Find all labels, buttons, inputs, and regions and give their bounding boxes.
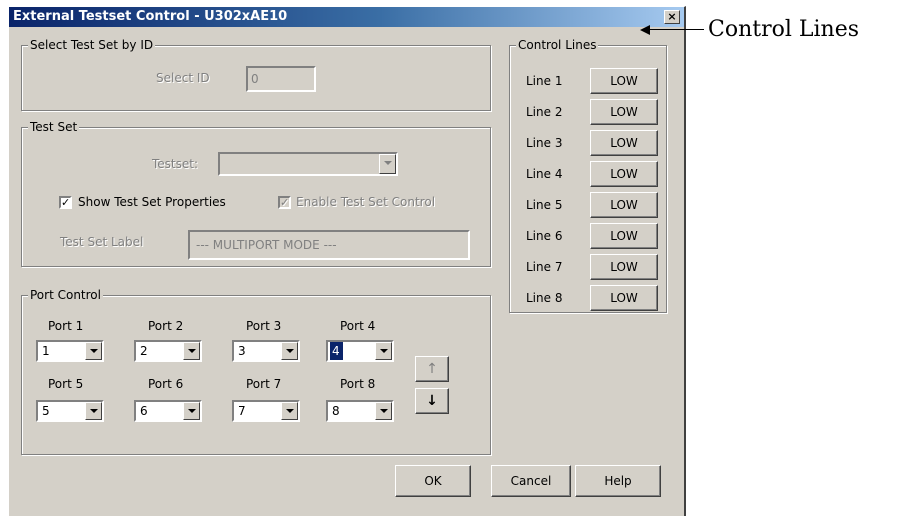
line-1-state-button[interactable]: LOW <box>590 68 658 94</box>
port-1-select[interactable]: 1 <box>36 340 104 362</box>
port-3-select[interactable]: 3 <box>232 340 300 362</box>
port-7-dropdown-arrow-icon[interactable] <box>281 402 298 420</box>
line-8-label: Line 8 <box>526 291 563 305</box>
port-4-select[interactable]: 4 <box>326 340 394 362</box>
port-4-dropdown-arrow-icon[interactable] <box>375 342 392 360</box>
line-3-label: Line 3 <box>526 136 563 150</box>
title-bar: External Testset Control - U302xAE10 × <box>9 7 684 27</box>
port-1-dropdown-arrow-icon[interactable] <box>85 342 102 360</box>
help-button[interactable]: Help <box>575 465 661 497</box>
port-7-select[interactable]: 7 <box>232 400 300 422</box>
port-5-dropdown-arrow-icon[interactable] <box>85 402 102 420</box>
port-5-select[interactable]: 5 <box>36 400 104 422</box>
port-8-select[interactable]: 8 <box>326 400 394 422</box>
line-6-label: Line 6 <box>526 229 563 243</box>
move-up-arrow-icon[interactable]: ↑ <box>415 356 449 382</box>
close-icon[interactable]: × <box>664 10 680 24</box>
port-4-value: 4 <box>330 342 343 360</box>
line-7-label: Line 7 <box>526 260 563 274</box>
port-1-label: Port 1 <box>48 319 84 333</box>
port-2-dropdown-arrow-icon[interactable] <box>183 342 200 360</box>
control-lines-group: Control Lines Line 1 LOW Line 2 LOW Line… <box>509 37 667 313</box>
move-down-arrow-icon[interactable]: ↓ <box>415 388 449 414</box>
ok-button[interactable]: OK <box>395 465 471 497</box>
line-2-label: Line 2 <box>526 105 563 119</box>
port-6-label: Port 6 <box>148 377 184 391</box>
show-properties-label: Show Test Set Properties <box>78 195 226 209</box>
testset-label: Testset: <box>152 157 199 171</box>
port-8-value: 8 <box>332 404 340 418</box>
select-test-set-legend: Select Test Set by ID <box>28 37 156 53</box>
control-lines-legend: Control Lines <box>516 37 599 53</box>
port-control-group: Port Control Port 1 Port 2 Port 3 Port 4… <box>21 287 491 455</box>
control-lines-callout: Control Lines <box>708 17 860 42</box>
enable-control-checkbox[interactable]: ✓ <box>278 196 291 209</box>
callout-pointer-line <box>648 29 704 30</box>
test-set-group: Test Set Testset: ✓ Show Test Set Proper… <box>21 119 491 267</box>
port-3-dropdown-arrow-icon[interactable] <box>281 342 298 360</box>
show-properties-checkbox[interactable]: ✓ <box>59 196 72 209</box>
port-2-value: 2 <box>140 344 148 358</box>
line-5-label: Line 5 <box>526 198 563 212</box>
port-7-label: Port 7 <box>246 377 282 391</box>
port-6-dropdown-arrow-icon[interactable] <box>183 402 200 420</box>
port-5-label: Port 5 <box>48 377 84 391</box>
port-5-value: 5 <box>42 404 50 418</box>
port-3-label: Port 3 <box>246 319 282 333</box>
port-7-value: 7 <box>238 404 246 418</box>
testset-dropdown[interactable] <box>218 152 398 176</box>
port-6-value: 6 <box>140 404 148 418</box>
line-4-label: Line 4 <box>526 167 563 181</box>
port-1-value: 1 <box>42 344 50 358</box>
select-id-label: Select ID <box>156 71 210 85</box>
port-6-select[interactable]: 6 <box>134 400 202 422</box>
port-4-label: Port 4 <box>340 319 376 333</box>
line-4-state-button[interactable]: LOW <box>590 161 658 187</box>
port-8-dropdown-arrow-icon[interactable] <box>375 402 392 420</box>
line-1-label: Line 1 <box>526 74 563 88</box>
testset-dropdown-arrow-icon[interactable] <box>379 154 396 174</box>
line-7-state-button[interactable]: LOW <box>590 254 658 280</box>
line-8-state-button[interactable]: LOW <box>590 285 658 311</box>
enable-control-label: Enable Test Set Control <box>296 195 436 209</box>
test-set-label-field[interactable]: --- MULTIPORT MODE --- <box>188 230 470 260</box>
line-6-state-button[interactable]: LOW <box>590 223 658 249</box>
line-5-state-button[interactable]: LOW <box>590 192 658 218</box>
line-2-state-button[interactable]: LOW <box>590 99 658 125</box>
callout-arrow-icon <box>640 25 650 35</box>
port-2-select[interactable]: 2 <box>134 340 202 362</box>
cancel-button[interactable]: Cancel <box>491 465 571 497</box>
port-control-legend: Port Control <box>28 287 103 303</box>
test-set-legend: Test Set <box>28 119 80 135</box>
select-test-set-group: Select Test Set by ID Select ID 0 <box>21 37 491 111</box>
select-id-field[interactable]: 0 <box>246 66 316 92</box>
test-set-label-caption: Test Set Label <box>60 235 144 249</box>
port-3-value: 3 <box>238 344 246 358</box>
port-8-label: Port 8 <box>340 377 376 391</box>
port-2-label: Port 2 <box>148 319 184 333</box>
external-testset-control-dialog: External Testset Control - U302xAE10 × S… <box>8 6 686 516</box>
line-3-state-button[interactable]: LOW <box>590 130 658 156</box>
dialog-title: External Testset Control - U302xAE10 <box>13 9 288 24</box>
